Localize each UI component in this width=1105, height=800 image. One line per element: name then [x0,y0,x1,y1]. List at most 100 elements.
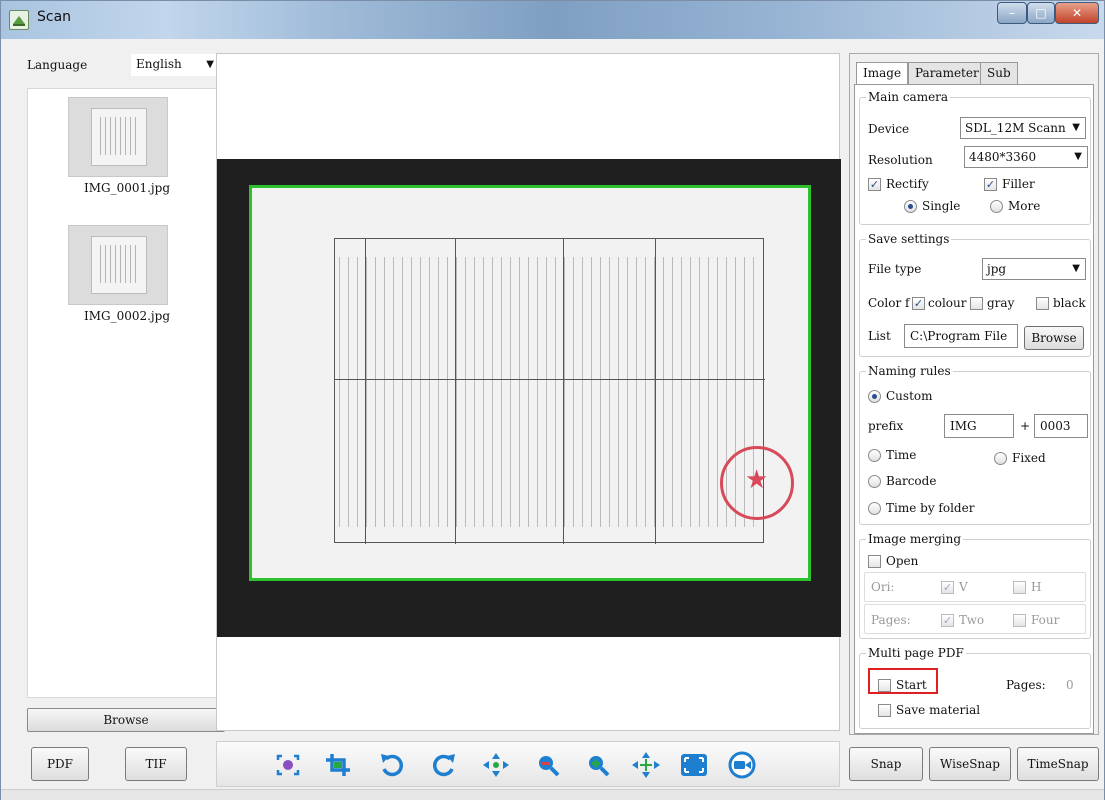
orientation-label: Ori: [871,580,895,594]
focus-tool-button[interactable] [273,751,303,779]
resolution-select[interactable]: 4480*3360 ▼ [964,146,1088,168]
save-material-label: Save material [896,703,981,717]
fullscreen-button[interactable] [679,751,709,779]
rectify-label: Rectify [886,177,929,191]
fixed-label: Fixed [1012,451,1046,465]
custom-radio[interactable] [868,390,881,403]
merge-open-checkbox[interactable] [868,555,881,568]
more-label: More [1008,199,1041,213]
language-select[interactable]: English ▼ [131,54,221,76]
more-radio[interactable] [990,200,1003,213]
thumbnail-image[interactable] [68,225,168,305]
vertical-checkbox[interactable]: ✓ [941,581,954,594]
image-tools-toolbar [216,741,840,787]
snap-button[interactable]: Snap [849,747,923,781]
black-checkbox[interactable] [1036,297,1049,310]
rectify-checkbox[interactable]: ✓ [868,178,881,191]
gray-checkbox[interactable] [970,297,983,310]
video-record-button[interactable] [727,751,757,779]
gray-label: gray [987,296,1015,310]
main-camera-title: Main camera [866,90,951,104]
merge-pages-box: Pages: ✓ Two Four [864,604,1086,634]
browse-path-button[interactable]: Browse [1024,326,1084,350]
document-thumbnail [91,236,147,294]
maximize-button[interactable]: □ [1027,2,1055,24]
zoom-in-button[interactable] [583,751,613,779]
device-select[interactable]: SDL_12M Scann ▼ [960,117,1086,139]
chevron-down-icon: ▼ [1072,122,1080,133]
rotate-right-button[interactable] [429,751,459,779]
left-panel: Language English ▼ IMG_0001.jpg IMG_0002… [19,46,225,736]
color-format-label: Color f [868,296,910,310]
list-label: List [868,329,891,343]
settings-panel: Image Parameter Sub Main camera Device S… [849,53,1099,735]
rotate-right-icon [433,754,455,777]
zoom-out-button[interactable] [533,751,563,779]
language-label: Language [27,58,88,72]
file-type-label: File type [868,262,922,276]
thumbnail-list[interactable]: IMG_0001.jpg IMG_0002.jpg [27,88,225,698]
status-bar [1,789,1104,800]
tif-button[interactable]: TIF [125,747,187,781]
horizontal-checkbox[interactable] [1013,581,1026,594]
tab-parameter[interactable]: Parameter [908,62,986,84]
chevron-down-icon: ▼ [1074,151,1082,162]
timesnap-button[interactable]: TimeSnap [1017,747,1099,781]
thumbnail-name: IMG_0002.jpg [83,309,171,323]
vertical-label: V [959,580,968,594]
rotate-left-icon [381,754,403,777]
single-radio[interactable] [904,200,917,213]
device-label: Device [868,122,910,136]
video-camera-icon [728,751,756,779]
red-seal-stamp: ★ [720,446,794,520]
four-pages-label: Four [1031,613,1060,627]
chevron-down-icon: ▼ [1072,263,1080,274]
single-label: Single [922,199,961,213]
horizontal-label: H [1031,580,1042,594]
time-by-folder-label: Time by folder [886,501,975,515]
tab-image[interactable]: Image [856,62,909,85]
custom-label: Custom [886,389,933,403]
time-by-folder-radio[interactable] [868,502,881,515]
barcode-label: Barcode [886,474,937,488]
zoom-out-icon [539,756,560,777]
rotate-left-button[interactable] [377,751,407,779]
thumbnail-name: IMG_0001.jpg [83,181,171,195]
filler-label: Filler [1002,177,1035,191]
four-pages-checkbox[interactable] [1013,614,1026,627]
device-value: SDL_12M Scann [965,121,1066,135]
camera-preview[interactable]: ★ [216,53,841,731]
pdf-button[interactable]: PDF [31,747,89,781]
save-material-checkbox[interactable] [878,704,891,717]
image-merging-group: Image merging Open Ori: ✓ V H Pages: ✓ T… [859,532,1091,639]
close-button[interactable]: ✕ [1055,2,1099,24]
crop-tool-button[interactable] [323,751,353,779]
fixed-radio[interactable] [994,452,1007,465]
barcode-radio[interactable] [868,475,881,488]
counter-input[interactable]: 0003 [1034,414,1088,438]
file-type-select[interactable]: jpg ▼ [982,258,1086,280]
time-radio[interactable] [868,449,881,462]
colour-checkbox[interactable]: ✓ [912,297,925,310]
plus-sign: + [1020,419,1031,433]
save-path-field[interactable]: C:\Program File [904,324,1018,348]
resolution-value: 4480*3360 [969,150,1037,164]
zoom-fit-button[interactable] [481,751,511,779]
tab-sub[interactable]: Sub [980,62,1018,84]
prefix-input[interactable]: IMG [944,414,1014,438]
filler-checkbox[interactable]: ✓ [984,178,997,191]
crop-icon [326,754,350,776]
actual-size-button[interactable] [631,751,661,779]
two-pages-label: Two [959,613,985,627]
save-settings-group: Save settings File type jpg ▼ Color f ✓ … [859,232,1091,357]
scanner-app-icon [9,10,29,30]
orientation-box: Ori: ✓ V H [864,572,1086,602]
document-table [334,238,765,544]
resolution-label: Resolution [868,153,933,167]
two-pages-checkbox[interactable]: ✓ [941,614,954,627]
wisesnap-button[interactable]: WiseSnap [929,747,1011,781]
minimize-button[interactable]: – [997,2,1027,24]
thumbnail-image[interactable] [68,97,168,177]
expand-arrows-icon [632,752,660,778]
browse-button[interactable]: Browse [27,708,225,732]
